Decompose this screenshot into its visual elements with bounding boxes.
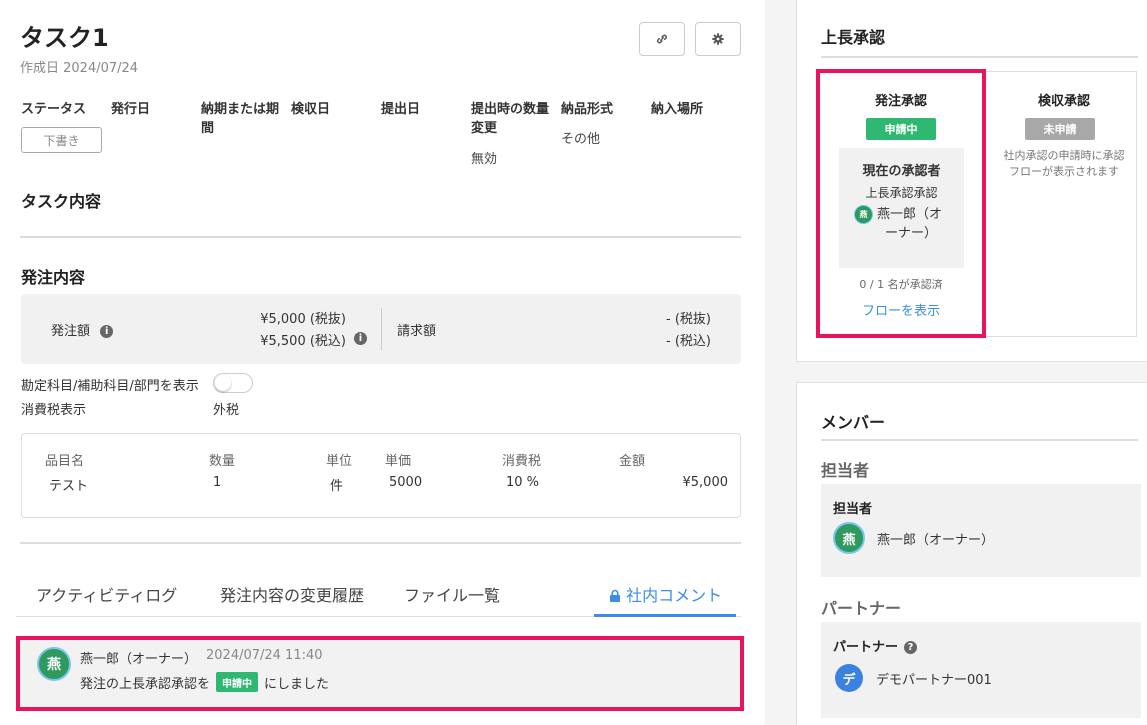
qty-change-label: 提出時の数量 変更: [471, 102, 550, 136]
members-title: メンバー: [821, 413, 886, 432]
delivery-format-label: 納品形式: [561, 102, 614, 117]
show-accounts-label: 勘定科目/補助科目/部門を表示: [21, 379, 199, 394]
assignee-name: 燕一郎（オーナー）: [877, 533, 995, 548]
tab-bar: アクティビティログ 発注内容の変更履歴 ファイル一覧 社内コメント: [16, 572, 741, 617]
active-tab-indicator: [594, 614, 736, 617]
issue-date-label: 発行日: [111, 102, 151, 117]
avatar: デ: [835, 664, 863, 692]
order-content-heading: 発注内容: [21, 268, 86, 287]
link-icon: [657, 34, 667, 44]
avatar: 燕: [833, 522, 865, 554]
avatar: 燕: [37, 647, 71, 681]
amount-summary: 発注額 i ¥5,000 (税抜) ¥5,500 (税込) i 請求額 - (税…: [21, 294, 741, 364]
inspection-approval-title: 検収承認: [1037, 94, 1090, 109]
lock-icon: [610, 589, 620, 602]
partner-heading: パートナー: [821, 599, 902, 618]
tab-activity-log[interactable]: アクティビティログ: [36, 582, 177, 606]
assignee-heading: 担当者: [821, 461, 870, 480]
show-accounts-toggle[interactable]: [213, 373, 253, 393]
table-cell: 5000: [389, 475, 423, 490]
invoice-amount-label: 請求額: [397, 324, 437, 339]
status-label: ステータス: [21, 102, 87, 117]
info-icon[interactable]: i: [100, 325, 114, 338]
divider: [821, 56, 1138, 58]
divider: [821, 439, 1138, 441]
status-badge: 未申請: [1025, 118, 1095, 140]
qty-change-value: 無効: [471, 152, 498, 167]
partner-box: パートナー? デ デモパートナー001: [821, 622, 1141, 718]
inspection-note: 社内承認の申請時に承認 フローが表示されます: [1003, 149, 1125, 178]
column-header: 品目名: [45, 454, 85, 469]
highlight-frame: [816, 69, 986, 338]
table-cell: テスト: [49, 479, 89, 494]
table-cell: 10 %: [506, 475, 540, 490]
partner-box-title: パートナー?: [833, 636, 918, 655]
gear-icon: [712, 33, 724, 45]
created-date: 作成日 2024/07/24: [20, 61, 139, 76]
status-badge: 申請中: [216, 672, 259, 692]
tab-internal-comments[interactable]: 社内コメント: [609, 582, 722, 606]
invoice-amount-inc: - (税込): [666, 334, 711, 349]
order-amount-inc: ¥5,500 (税込): [260, 334, 346, 349]
inspection-date-label: 検収日: [291, 102, 331, 117]
items-table: 品目名 数量 単位 単価 消費税 金額 テスト 1 件 5000 10 % ¥5…: [21, 433, 741, 518]
tax-display-value: 外税: [213, 403, 240, 418]
order-amount-ex: ¥5,000 (税抜): [260, 312, 346, 327]
table-cell: ¥5,000: [682, 475, 729, 490]
assignee-box-title: 担当者: [833, 502, 873, 517]
approval-title: 上長承認: [821, 28, 886, 47]
divider: [20, 542, 741, 544]
delivery-format-value: その他: [561, 132, 601, 147]
assignee-box: 担当者 燕 燕一郎（オーナー）: [821, 484, 1141, 577]
tab-file-list[interactable]: ファイル一覧: [404, 582, 500, 606]
table-cell: 件: [330, 479, 344, 494]
task-content-heading: タスク内容: [21, 192, 102, 211]
submit-date-label: 提出日: [381, 102, 421, 117]
comment-author: 燕一郎（オーナー）: [80, 652, 198, 667]
partner-name: デモパートナー001: [876, 673, 992, 688]
tab-change-history[interactable]: 発注内容の変更履歴: [220, 582, 364, 606]
divider: [381, 308, 382, 350]
status-badge: 下書き: [21, 127, 102, 153]
tax-display-label: 消費税表示: [21, 403, 87, 418]
column-header: 単価: [385, 454, 412, 469]
column-header: 金額: [619, 454, 646, 469]
table-cell: 1: [213, 475, 222, 490]
column-header: 数量: [209, 454, 236, 469]
divider: [20, 236, 741, 238]
copy-link-button[interactable]: [639, 22, 685, 56]
comment-timestamp: 2024/07/24 11:40: [206, 648, 323, 663]
comment-item: 燕 燕一郎（オーナー） 2024/07/24 11:40 発注の上長承認承認を …: [16, 636, 744, 711]
delivery-place-label: 納入場所: [651, 102, 704, 117]
deadline-label: 納期または期 間: [201, 102, 280, 136]
column-header: 消費税: [502, 454, 542, 469]
column-header: 単位: [326, 454, 353, 469]
help-icon[interactable]: ?: [904, 641, 918, 654]
settings-button[interactable]: [695, 22, 741, 56]
info-icon[interactable]: i: [354, 332, 367, 345]
comment-text: 発注の上長承認承認を 申請中 にしました: [80, 672, 329, 692]
page-title: タスク1: [20, 24, 109, 52]
order-amount-label: 発注額 i: [51, 320, 114, 339]
invoice-amount-ex: - (税抜): [666, 312, 711, 327]
